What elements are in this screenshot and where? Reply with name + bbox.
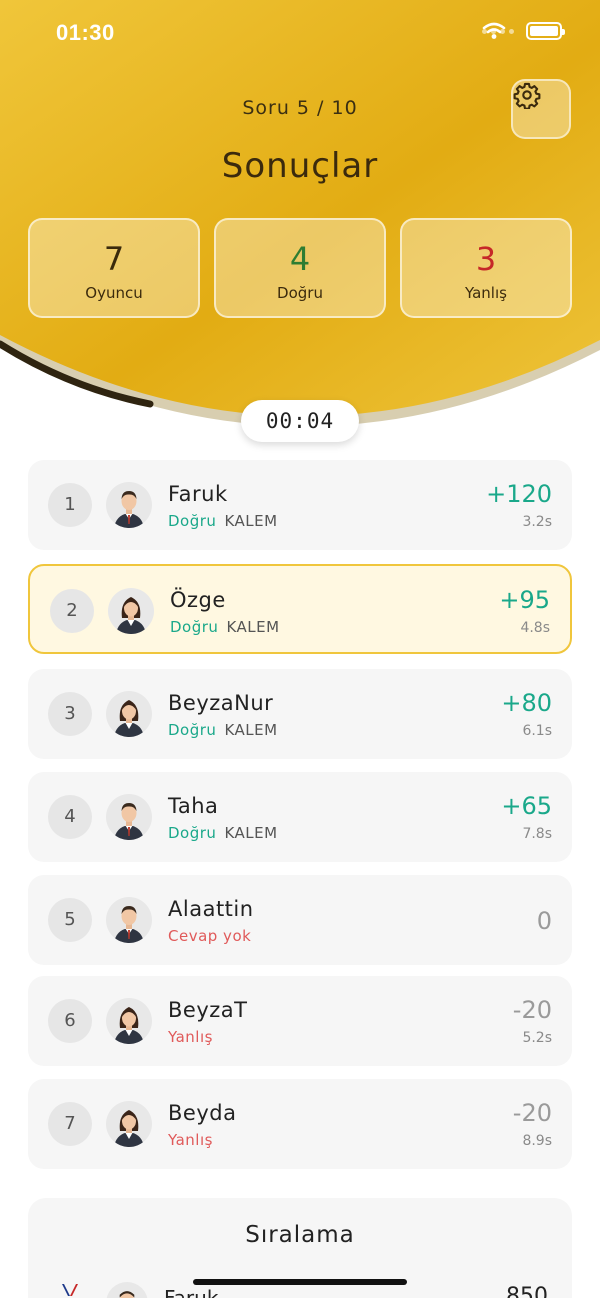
rank-badge: 1: [48, 483, 92, 527]
player-avatar: [108, 588, 154, 634]
answer-status: Doğru KALEM: [168, 512, 278, 530]
score-value: +120: [486, 480, 552, 508]
answer-time: 5.2s: [522, 1030, 552, 1046]
player-name: Faruk: [168, 482, 228, 506]
gear-icon: [513, 82, 541, 109]
result-row: 3 BeyzaNur Doğru KALEM +80 6.1s: [28, 669, 572, 759]
rank-badge: 6: [48, 999, 92, 1043]
header-background: [0, 0, 600, 427]
rank-badge: 7: [48, 1102, 92, 1146]
player-name: Özge: [170, 588, 226, 612]
status-label: Doğru: [168, 512, 217, 530]
wifi-icon: [482, 22, 506, 39]
score-value: +80: [501, 689, 552, 717]
score-value: +95: [499, 586, 550, 614]
status-label: Cevap yok: [168, 927, 252, 945]
header: 01:30 Soru 5 / 10 Sonuçlar 7 Oyuncu 4 Do…: [0, 0, 600, 430]
answer-text: KALEM: [224, 824, 278, 842]
player-avatar: [106, 691, 152, 737]
ranking-first-score: 850: [506, 1284, 548, 1298]
result-row: 1 Faruk Doğru KALEM +120 3.2s: [28, 460, 572, 550]
answer-status: Cevap yok: [168, 927, 251, 945]
medal-icon: [62, 1284, 78, 1296]
answer-status: Doğru KALEM: [168, 824, 278, 842]
result-row: 4 Taha Doğru KALEM +65 7.8s: [28, 772, 572, 862]
rank-badge: 5: [48, 898, 92, 942]
answer-text: KALEM: [224, 721, 278, 739]
battery-icon: [526, 22, 565, 40]
settings-button[interactable]: [511, 79, 571, 139]
rank-badge: 3: [48, 692, 92, 736]
home-indicator: [193, 1279, 407, 1285]
result-row: 7 Beyda Yanlış -20 8.9s: [28, 1079, 572, 1169]
status-label: Doğru: [168, 721, 217, 739]
player-avatar: [106, 482, 152, 528]
answer-time: 3.2s: [522, 514, 552, 530]
player-avatar: [106, 998, 152, 1044]
score-value: 0: [536, 907, 552, 935]
answer-time: 8.9s: [522, 1133, 552, 1149]
player-name: BeyzaT: [168, 998, 248, 1022]
result-row: 6 BeyzaT Yanlış -20 5.2s: [28, 976, 572, 1066]
stat-wrong-label: Yanlış: [465, 284, 507, 302]
timer: 00:04: [241, 400, 359, 442]
player-avatar: [106, 1101, 152, 1147]
ranking-first-name: Faruk: [164, 1286, 219, 1298]
result-row: 5 Alaattin Cevap yok 0: [28, 875, 572, 965]
stat-correct-card: 4 Doğru: [214, 218, 386, 318]
stat-correct-value: 4: [289, 240, 311, 278]
player-name: Beyda: [168, 1101, 237, 1125]
score-value: -20: [512, 996, 552, 1024]
stat-players-label: Oyuncu: [85, 284, 143, 302]
status-label: Yanlış: [168, 1028, 213, 1046]
stat-wrong-card: 3 Yanlış: [400, 218, 572, 318]
answer-time: 4.8s: [520, 620, 550, 636]
status-label: Doğru: [170, 618, 219, 636]
page-title: Sonuçlar: [221, 146, 379, 186]
rank-badge: 2: [50, 589, 94, 633]
stat-players-card: 7 Oyuncu: [28, 218, 200, 318]
answer-status: Doğru KALEM: [170, 618, 280, 636]
status-icons: [482, 22, 565, 40]
ranking-avatar: [106, 1282, 148, 1298]
answer-status: Yanlış: [168, 1028, 213, 1046]
score-value: +65: [501, 792, 552, 820]
rank-badge: 4: [48, 795, 92, 839]
player-avatar: [106, 794, 152, 840]
score-value: -20: [512, 1099, 552, 1127]
player-name: Taha: [168, 794, 219, 818]
player-name: BeyzaNur: [168, 691, 274, 715]
status-label: Yanlış: [168, 1131, 213, 1149]
stat-wrong-value: 3: [475, 240, 497, 278]
status-label: Doğru: [168, 824, 217, 842]
answer-status: Doğru KALEM: [168, 721, 278, 739]
result-row: 2 Özge Doğru KALEM +95 4.8s: [28, 564, 572, 654]
answer-time: 7.8s: [522, 826, 552, 842]
ranking-title: Sıralama: [245, 1222, 355, 1248]
question-progress: Soru 5 / 10: [242, 97, 358, 119]
player-name: Alaattin: [168, 897, 254, 921]
player-avatar: [106, 897, 152, 943]
answer-text: KALEM: [226, 618, 280, 636]
stat-correct-label: Doğru: [277, 284, 323, 302]
answer-text: KALEM: [224, 512, 278, 530]
answer-status: Yanlış: [168, 1131, 213, 1149]
status-time: 01:30: [56, 20, 115, 45]
answer-time: 6.1s: [522, 723, 552, 739]
stat-players-value: 7: [103, 240, 125, 278]
